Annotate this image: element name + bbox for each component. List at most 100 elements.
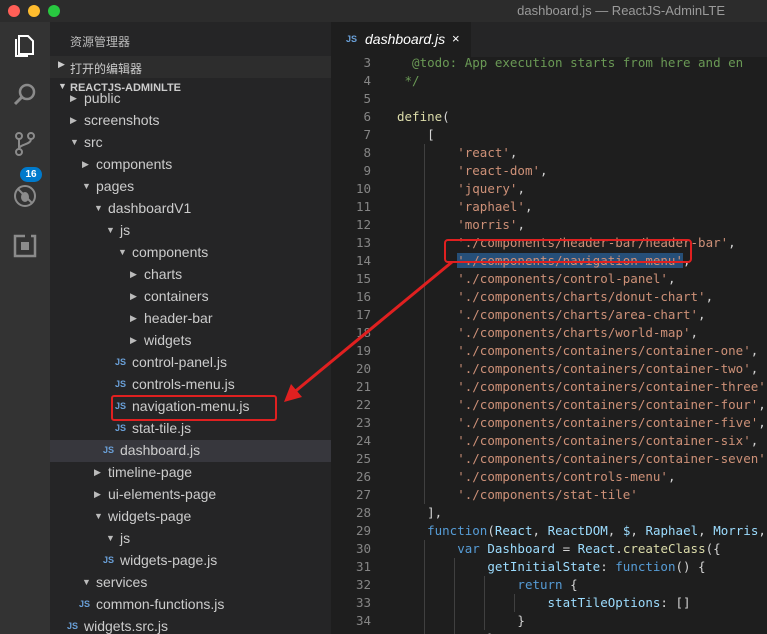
chevron-down-icon: ▼	[106, 533, 115, 543]
tree-file[interactable]: JS stat-tile.js	[50, 418, 331, 440]
line-number: 4	[363, 73, 371, 88]
code-text: statTileOptions: []	[547, 595, 691, 610]
tree-folder[interactable]: ▼ src	[50, 132, 331, 154]
tree-item-label: src	[84, 134, 103, 150]
line-number: 31	[355, 559, 371, 574]
tree-folder[interactable]: ▼ js	[50, 220, 331, 242]
code-text: }	[397, 613, 525, 628]
code-line: 32 return {	[331, 576, 767, 594]
tree-file[interactable]: JS common-functions.js	[50, 594, 331, 616]
chevron-right-icon: ▶	[130, 313, 137, 323]
tree-folder[interactable]: ▼ widgets-page	[50, 506, 331, 528]
code-line: 23 './components/containers/container-fi…	[331, 414, 767, 432]
tree-folder[interactable]: ▶ containers	[50, 286, 331, 308]
tree-file[interactable]: JS widgets.src.js	[50, 616, 331, 634]
code-line: 3 @todo: App execution starts from here …	[331, 57, 767, 72]
tree-folder[interactable]: ▶ widgets	[50, 330, 331, 352]
tree-folder[interactable]: ▼ components	[50, 242, 331, 264]
tree-item-label: components	[96, 156, 173, 172]
line-number: 23	[355, 415, 371, 430]
chevron-down-icon: ▼	[106, 225, 115, 235]
tree-folder[interactable]: ▶ screenshots	[50, 110, 331, 132]
tab-label: dashboard.js	[365, 31, 446, 47]
chevron-down-icon: ▼	[82, 181, 91, 191]
code-line: 11 'raphael',	[331, 198, 767, 216]
tree-folder[interactable]: ▼ services	[50, 572, 331, 594]
js-file-icon: JS	[79, 599, 91, 609]
js-file-icon: JS	[115, 379, 127, 389]
code-line: 33 statTileOptions: []	[331, 594, 767, 612]
line-number: 10	[355, 181, 371, 196]
maximize-window-button[interactable]	[48, 5, 60, 17]
code-text: './components/containers/container-four'…	[457, 397, 766, 412]
code-line: 10 'jquery',	[331, 180, 767, 198]
minimize-window-button[interactable]	[28, 5, 40, 17]
tab-bar: JS dashboard.js ×	[331, 22, 767, 57]
tree-item-label: dashboard.js	[120, 442, 201, 458]
code-line: 19 './components/containers/container-on…	[331, 342, 767, 360]
code-line: 34 }	[331, 612, 767, 630]
code-text: 'react',	[457, 145, 518, 160]
chevron-right-icon: ▶	[94, 489, 101, 499]
code-line: 26 './components/controls-menu',	[331, 468, 767, 486]
tree-folder[interactable]: ▶ header-bar	[50, 308, 331, 330]
extensions-icon[interactable]	[9, 230, 41, 262]
tree-folder[interactable]: ▶ components	[50, 154, 331, 176]
tree-item-label: timeline-page	[108, 464, 193, 480]
code-line: 31 getInitialState: function() {	[331, 558, 767, 576]
chevron-down-icon: ▼	[94, 511, 103, 521]
tree-folder[interactable]: ▼ dashboardV1	[50, 198, 331, 220]
code-text: './components/containers/container-two',	[457, 361, 759, 376]
code-line: 30 var Dashboard = React.createClass({	[331, 540, 767, 558]
tree-item-label: ui-elements-page	[108, 486, 217, 502]
debug-icon[interactable]	[9, 180, 41, 212]
line-number: 18	[355, 325, 371, 340]
js-file-icon: JS	[115, 357, 127, 367]
source-control-icon[interactable]	[9, 128, 41, 160]
chevron-down-icon: ▼	[118, 247, 127, 257]
code-line: 8 'react',	[331, 144, 767, 162]
code-text: define(	[397, 109, 450, 124]
files-icon[interactable]	[9, 30, 41, 62]
code-line: 27 './components/stat-tile'	[331, 486, 767, 504]
code-line: 18 './components/charts/world-map',	[331, 324, 767, 342]
line-number: 12	[355, 217, 371, 232]
code-text: [	[397, 127, 435, 142]
tree-folder[interactable]: ▶ ui-elements-page	[50, 484, 331, 506]
code-editor[interactable]: 3 @todo: App execution starts from here …	[331, 57, 767, 634]
code-line: 5	[331, 90, 767, 108]
tree-folder[interactable]: ▶ charts	[50, 264, 331, 286]
chevron-right-icon: ▶	[130, 291, 137, 301]
tree-item-label: widgets	[144, 332, 192, 348]
chevron-right-icon: ▶	[58, 59, 65, 69]
code-line: 13 './components/header-bar/header-bar',	[331, 234, 767, 252]
tree-item-label: common-functions.js	[96, 596, 225, 612]
tree-folder[interactable]: ▼ js	[50, 528, 331, 550]
tree-file[interactable]: JS controls-menu.js	[50, 374, 331, 396]
chevron-down-icon: ▼	[82, 577, 91, 587]
tree-item-label: components	[132, 244, 209, 260]
line-number: 19	[355, 343, 371, 358]
tree-file[interactable]: JS widgets-page.js	[50, 550, 331, 572]
tree-file[interactable]: JS dashboard.js	[50, 440, 331, 462]
chevron-right-icon: ▶	[130, 269, 137, 279]
close-icon[interactable]: ×	[452, 31, 460, 46]
open-editors-section[interactable]: ▶ 打开的编辑器	[50, 56, 331, 78]
code-text: './components/navigation-menu',	[457, 253, 691, 268]
tree-folder[interactable]: ▼ pages	[50, 176, 331, 198]
line-number: 33	[355, 595, 371, 610]
code-text: function(React, ReactDOM, $, Raphael, Mo…	[427, 523, 766, 538]
code-text: return {	[517, 577, 578, 592]
code-text: 'react-dom',	[457, 163, 548, 178]
close-window-button[interactable]	[8, 5, 20, 17]
tree-file[interactable]: JS control-panel.js	[50, 352, 331, 374]
code-text: './components/control-panel',	[457, 271, 676, 286]
line-number: 26	[355, 469, 371, 484]
window-title: dashboard.js — ReactJS-AdminLTE	[517, 3, 725, 18]
tab-dashboard-js[interactable]: JS dashboard.js ×	[331, 22, 471, 57]
search-icon[interactable]	[9, 79, 41, 111]
line-number: 20	[355, 361, 371, 376]
tree-folder[interactable]: ▶ timeline-page	[50, 462, 331, 484]
tree-folder[interactable]: ▶ public	[50, 88, 331, 110]
chevron-down-icon: ▼	[94, 203, 103, 213]
